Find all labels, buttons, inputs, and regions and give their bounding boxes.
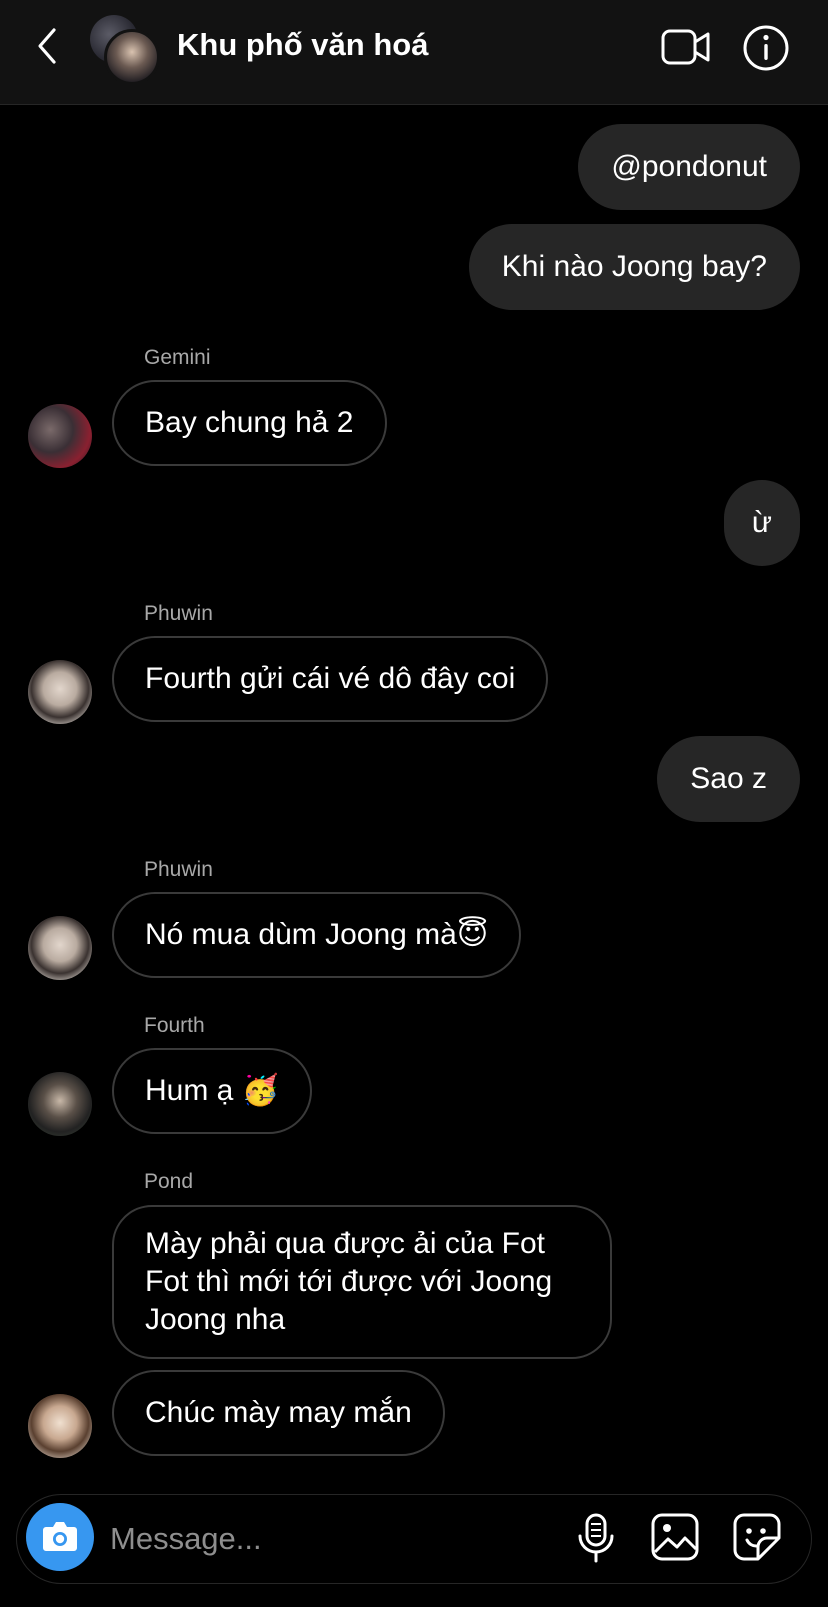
incoming-message[interactable]: Chúc mày may mắn [112, 1370, 445, 1456]
avatar-gemini[interactable] [28, 404, 92, 468]
avatar-fourth[interactable] [28, 1072, 92, 1136]
sticker-button[interactable] [732, 1512, 782, 1562]
avatar-phuwin[interactable] [28, 916, 92, 980]
sender-name: Phuwin [144, 602, 213, 625]
group-avatar[interactable] [90, 15, 160, 85]
outgoing-message[interactable]: Khi nào Joong bay? [468, 224, 800, 310]
outgoing-message[interactable]: @pondonut [578, 124, 800, 210]
info-button[interactable] [742, 24, 790, 72]
incoming-message[interactable]: Mày phải qua được ải của Fot Fot thì mới… [112, 1205, 612, 1359]
image-icon [651, 1513, 699, 1561]
incoming-message[interactable]: Nó mua dùm Joong mà😇 [112, 892, 522, 978]
incoming-message[interactable]: Bay chung hả 2 [112, 380, 387, 466]
camera-icon [43, 1522, 77, 1551]
message-input[interactable] [108, 1518, 552, 1560]
back-button[interactable] [30, 26, 70, 66]
sticker-icon [733, 1513, 781, 1561]
info-icon [743, 25, 789, 71]
chat-title[interactable]: Khu phố văn hoá [177, 27, 428, 63]
sender-name: Pond [144, 1170, 194, 1193]
video-camera-icon [661, 29, 710, 65]
outgoing-message[interactable]: ừ [723, 480, 800, 566]
incoming-message[interactable]: Hum ạ 🥳 [112, 1048, 313, 1134]
video-call-button[interactable] [660, 25, 712, 69]
group-avatar-front [104, 29, 160, 85]
incoming-message[interactable]: Fourth gửi cái vé dô đây coi [112, 636, 549, 722]
microphone-icon [578, 1513, 614, 1563]
avatar-pond[interactable] [28, 1394, 92, 1458]
avatar-phuwin[interactable] [28, 660, 92, 724]
chevron-left-icon [38, 28, 56, 64]
sender-name: Gemini [144, 346, 211, 369]
outgoing-message[interactable]: Sao z [657, 736, 800, 822]
chat-header: Khu phố văn hoá [0, 0, 828, 105]
microphone-button[interactable] [574, 1512, 618, 1564]
sender-name: Phuwin [144, 858, 213, 881]
camera-button[interactable] [26, 1503, 94, 1571]
sender-name: Fourth [144, 1014, 205, 1037]
gallery-button[interactable] [650, 1512, 700, 1562]
